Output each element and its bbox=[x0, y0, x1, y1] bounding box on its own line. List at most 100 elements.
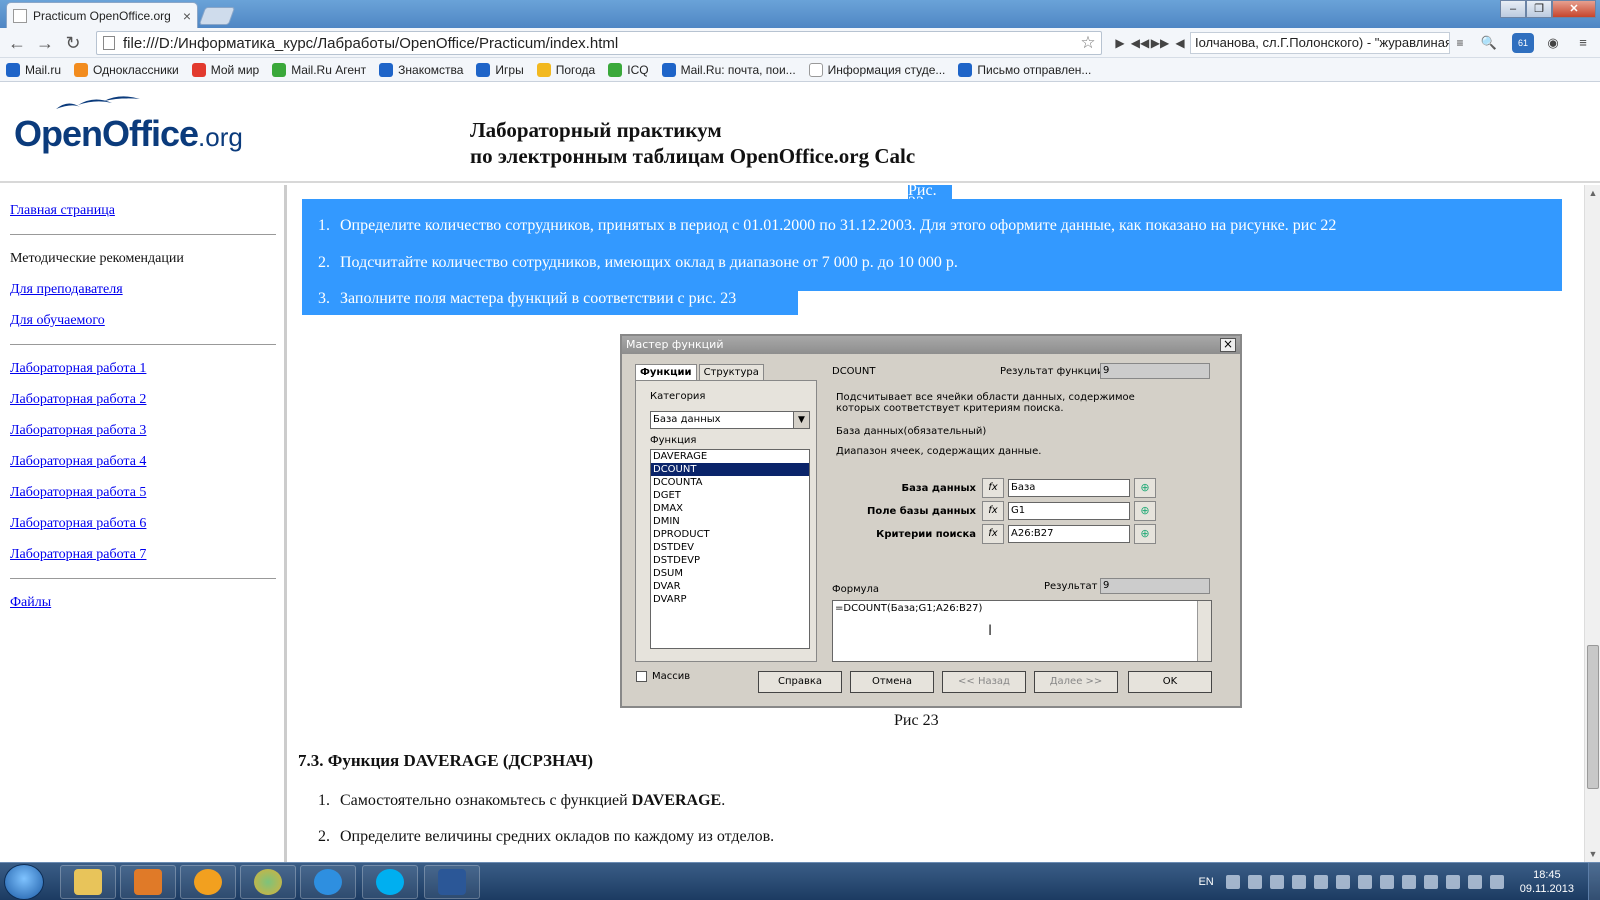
reload-icon[interactable]: ↻ bbox=[62, 33, 84, 53]
volume-icon[interactable] bbox=[1489, 875, 1504, 889]
category-label: Категория bbox=[650, 391, 706, 402]
sidebar-nav: Главная страница Методические рекомендац… bbox=[0, 185, 287, 862]
argument-input: База bbox=[1008, 479, 1130, 497]
bluetooth-icon[interactable] bbox=[1291, 875, 1306, 889]
start-button[interactable] bbox=[4, 864, 44, 900]
show-desktop-button[interactable] bbox=[1588, 863, 1600, 900]
tray-icon[interactable] bbox=[1335, 875, 1350, 889]
at-icon bbox=[194, 869, 222, 895]
close-window-button[interactable]: ✕ bbox=[1552, 0, 1596, 18]
bookmark-star-icon[interactable]: ☆ bbox=[1075, 33, 1101, 53]
sidebar-link-teacher[interactable]: Для преподавателя bbox=[10, 282, 284, 298]
new-tab-button[interactable] bbox=[198, 7, 236, 25]
mail-extension-icon[interactable]: 61 bbox=[1512, 33, 1534, 53]
extension-icon[interactable]: ◉ bbox=[1542, 33, 1564, 53]
tray-icon[interactable] bbox=[1379, 875, 1394, 889]
list-item: 2. Подсчитайте количество сотрудников, им… bbox=[318, 254, 958, 271]
menu-icon[interactable]: ≡ bbox=[1450, 36, 1470, 50]
ok-button: OK bbox=[1128, 671, 1212, 693]
list-item: DVARP bbox=[653, 594, 687, 605]
volume-icon[interactable]: ◀ bbox=[1170, 36, 1190, 50]
scrollbar-thumb[interactable] bbox=[1587, 645, 1599, 789]
sidebar-heading-method: Методические рекомендации bbox=[10, 251, 184, 266]
sidebar-link-home[interactable]: Главная страница bbox=[10, 203, 284, 219]
wrench-menu-icon[interactable]: ≡ bbox=[1572, 33, 1594, 53]
skype-button[interactable] bbox=[362, 865, 418, 899]
result-value: 9 bbox=[1100, 578, 1210, 594]
page-scrollbar[interactable]: ▲ ▼ bbox=[1584, 185, 1600, 862]
close-icon[interactable]: × bbox=[183, 8, 191, 24]
search-icon[interactable]: 🔍 bbox=[1478, 33, 1500, 53]
tray-icon[interactable] bbox=[1423, 875, 1438, 889]
chevron-up-icon[interactable]: ▲ bbox=[1585, 185, 1600, 201]
word-button[interactable] bbox=[424, 865, 480, 899]
page-icon bbox=[103, 36, 115, 50]
tray-icon[interactable] bbox=[1401, 875, 1416, 889]
browser-icon bbox=[254, 869, 282, 895]
page-header: OpenOffice.org Лабораторный практикум по… bbox=[0, 83, 1600, 183]
fx-icon: fx bbox=[982, 501, 1004, 521]
next-icon[interactable]: ▶▶ bbox=[1150, 36, 1170, 50]
maximize-button[interactable]: ❐ bbox=[1526, 0, 1552, 18]
browser-toolbar: ← → ↻ file:///D:/Информатика_курс/Лабраб… bbox=[0, 28, 1600, 58]
bookmark-item[interactable]: Погода bbox=[536, 62, 595, 77]
ie-button[interactable] bbox=[300, 865, 356, 899]
bookmark-item[interactable]: ICQ bbox=[608, 62, 649, 77]
browser-tab[interactable]: Practicum OpenOffice.org × bbox=[6, 2, 198, 28]
ie-icon bbox=[314, 869, 342, 895]
sidebar-link-lab[interactable]: Лабораторная работа 1 bbox=[10, 361, 284, 377]
skype-icon bbox=[376, 869, 404, 895]
sidebar-link-files[interactable]: Файлы bbox=[10, 595, 284, 611]
bookmark-item[interactable]: Игры bbox=[476, 62, 524, 77]
cancel-button: Отмена bbox=[850, 671, 934, 693]
bookmark-item[interactable]: Знакомства bbox=[379, 62, 463, 77]
tray-icon[interactable] bbox=[1269, 875, 1284, 889]
bookmark-item[interactable]: Mail.Ru Агент bbox=[272, 62, 366, 77]
play-icon[interactable]: ▶ bbox=[1110, 36, 1130, 50]
formula-label: Формула bbox=[832, 584, 880, 595]
argument-title: База данных(обязательный) bbox=[836, 426, 987, 437]
network-icon[interactable] bbox=[1467, 875, 1482, 889]
bookmark-item[interactable]: Одноклассники bbox=[74, 62, 179, 77]
sidebar-link-student[interactable]: Для обучаемого bbox=[10, 313, 284, 329]
previous-icon[interactable]: ◀◀ bbox=[1130, 36, 1150, 50]
minimize-button[interactable]: – bbox=[1500, 0, 1526, 18]
bookmark-item[interactable]: Информация студе... bbox=[808, 62, 945, 77]
sidebar-link-lab[interactable]: Лабораторная работа 4 bbox=[10, 454, 284, 470]
sidebar-link-lab[interactable]: Лабораторная работа 3 bbox=[10, 423, 284, 439]
sidebar-link-lab[interactable]: Лабораторная работа 2 bbox=[10, 392, 284, 408]
help-button: Справка bbox=[758, 671, 842, 693]
tray-icon[interactable] bbox=[1357, 875, 1372, 889]
media-player-button[interactable] bbox=[120, 865, 176, 899]
tray-icon[interactable] bbox=[1445, 875, 1460, 889]
sidebar-link-lab[interactable]: Лабораторная работа 7 bbox=[10, 547, 284, 563]
sidebar-link-lab[interactable]: Лабораторная работа 6 bbox=[10, 516, 284, 532]
forward-icon[interactable]: → bbox=[34, 33, 56, 53]
tray-icon[interactable] bbox=[1247, 875, 1262, 889]
argument-description: Диапазон ячеек, содержащих данные. bbox=[836, 446, 1042, 457]
sidebar-link-lab[interactable]: Лабораторная работа 5 bbox=[10, 485, 284, 501]
dialog-title: Мастер функций bbox=[622, 336, 1240, 354]
bookmark-item[interactable]: Mail.Ru: почта, пои... bbox=[661, 62, 796, 77]
tray-icon[interactable] bbox=[1313, 875, 1328, 889]
list-item: DVAR bbox=[653, 581, 681, 592]
functions-panel: Категория База данных ▼ Функция DAVERAGE… bbox=[635, 380, 817, 662]
chevron-down-icon[interactable]: ▼ bbox=[1585, 846, 1600, 862]
help-icon[interactable] bbox=[1225, 875, 1240, 889]
address-bar[interactable]: file:///D:/Информатика_курс/Лабработы/Op… bbox=[96, 31, 1102, 55]
back-icon[interactable]: ← bbox=[6, 33, 28, 53]
mail-agent-button[interactable] bbox=[180, 865, 236, 899]
next-button: Далее >> bbox=[1034, 671, 1118, 693]
language-indicator[interactable]: EN bbox=[1198, 876, 1213, 888]
bookmark-item[interactable]: Mail.ru bbox=[6, 62, 61, 77]
player-track-title: Іолчанова, сл.Г.Полонского) - "журавлина… bbox=[1190, 32, 1450, 54]
bookmark-item[interactable]: Мой мир bbox=[191, 62, 259, 77]
bookmark-item[interactable]: Письмо отправлен... bbox=[958, 62, 1091, 77]
explorer-button[interactable] bbox=[60, 865, 116, 899]
list-item: DGET bbox=[653, 490, 681, 501]
shrink-icon: ⊕ bbox=[1134, 478, 1156, 498]
clock[interactable]: 18:45 09.11.2013 bbox=[1520, 868, 1574, 896]
chevron-down-icon: ▼ bbox=[793, 412, 809, 428]
chrome-button[interactable] bbox=[240, 865, 296, 899]
url-text[interactable]: file:///D:/Информатика_курс/Лабработы/Op… bbox=[123, 35, 1075, 52]
